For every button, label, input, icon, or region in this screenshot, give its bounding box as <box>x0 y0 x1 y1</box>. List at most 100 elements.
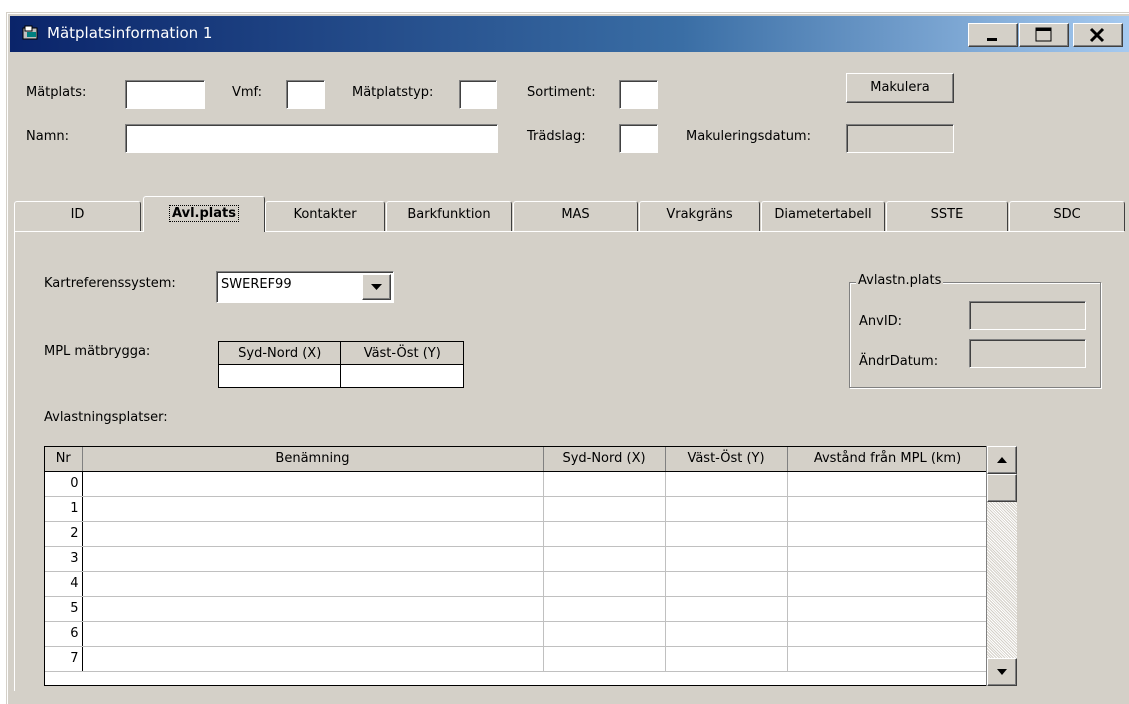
tab-avl-plats[interactable]: Avl.plats <box>143 196 265 232</box>
arrow-up-icon <box>997 457 1007 463</box>
cell-syd-nord[interactable] <box>543 521 666 547</box>
table-row[interactable]: 3 <box>45 546 989 572</box>
row-nr: 3 <box>45 546 83 572</box>
tab-kontakter[interactable]: Kontakter <box>265 201 385 231</box>
matplats-field[interactable] <box>125 80 205 109</box>
cell-avstand[interactable] <box>787 571 989 597</box>
cell-vast-ost[interactable] <box>665 621 788 647</box>
tab-vrakgrans-label: Vrakgräns <box>666 207 733 222</box>
cell-syd-nord[interactable] <box>543 646 666 672</box>
sortiment-label: Sortiment: <box>527 85 596 100</box>
cell-vast-ost[interactable] <box>665 571 788 597</box>
cell-avstand[interactable] <box>787 646 989 672</box>
table-row[interactable]: 0 <box>45 471 989 497</box>
tab-vrakgrans[interactable]: Vrakgräns <box>639 201 760 231</box>
grid-header-benamning[interactable]: Benämning <box>82 447 544 472</box>
table-row[interactable]: 4 <box>45 571 989 597</box>
cell-vast-ost[interactable] <box>665 596 788 622</box>
cell-syd-nord[interactable] <box>543 496 666 522</box>
cell-benamning[interactable] <box>82 621 544 647</box>
row-nr: 0 <box>45 471 83 497</box>
cell-avstand[interactable] <box>787 471 989 497</box>
minimize-button[interactable] <box>968 23 1018 47</box>
namn-field[interactable] <box>125 124 498 153</box>
grid-header-syd-nord[interactable]: Syd-Nord (X) <box>543 447 666 472</box>
cell-avstand[interactable] <box>787 521 989 547</box>
table-row[interactable]: 5 <box>45 596 989 622</box>
tab-sste-label: SSTE <box>930 207 964 222</box>
vmf-field[interactable] <box>286 80 325 109</box>
row-nr: 7 <box>45 646 83 672</box>
cell-benamning[interactable] <box>82 496 544 522</box>
cell-syd-nord[interactable] <box>543 546 666 572</box>
row-nr: 1 <box>45 496 83 522</box>
row-nr: 2 <box>45 521 83 547</box>
mpl-header-y: Väst-Öst (Y) <box>340 341 464 365</box>
cell-benamning[interactable] <box>82 596 544 622</box>
scroll-up-button[interactable] <box>987 446 1017 474</box>
app-icon <box>22 25 38 40</box>
cell-avstand[interactable] <box>787 621 989 647</box>
table-row[interactable]: 2 <box>45 521 989 547</box>
cell-syd-nord[interactable] <box>543 621 666 647</box>
matplatstyp-field[interactable] <box>459 80 497 109</box>
cell-benamning[interactable] <box>82 521 544 547</box>
cell-syd-nord[interactable] <box>543 571 666 597</box>
tab-diametertabell[interactable]: Diametertabell <box>761 201 885 231</box>
tab-sste[interactable]: SSTE <box>886 201 1008 231</box>
makuleringsdatum-field <box>846 124 954 153</box>
makulera-button[interactable]: Makulera <box>846 73 954 103</box>
grid-header-nr[interactable]: Nr <box>45 447 83 472</box>
title-bar[interactable]: Mätplatsinformation 1 <box>10 16 1129 52</box>
cell-vast-ost[interactable] <box>665 471 788 497</box>
mpl-cell-y[interactable] <box>340 364 464 388</box>
grid-scrollbar[interactable] <box>986 446 1017 686</box>
tab-sdc-label: SDC <box>1053 207 1081 222</box>
cell-vast-ost[interactable] <box>665 496 788 522</box>
avlastn-plats-group-title: Avlastn.plats <box>856 273 944 288</box>
cell-benamning[interactable] <box>82 546 544 572</box>
kartref-dropdown-button[interactable] <box>362 274 391 300</box>
cell-avstand[interactable] <box>787 596 989 622</box>
matplatstyp-label: Mätplatstyp: <box>352 85 434 100</box>
mpl-header-x: Syd-Nord (X) <box>217 341 342 365</box>
cell-benamning[interactable] <box>82 571 544 597</box>
grid-header-avstand[interactable]: Avstånd från MPL (km) <box>787 447 989 472</box>
avlastningsplatser-label: Avlastningsplatser: <box>44 410 168 425</box>
tab-avl-plats-label: Avl.plats <box>169 205 239 222</box>
cell-syd-nord[interactable] <box>543 596 666 622</box>
tab-mas[interactable]: MAS <box>513 201 638 231</box>
mpl-cell-x[interactable] <box>217 364 342 388</box>
cell-syd-nord[interactable] <box>543 471 666 497</box>
cell-avstand[interactable] <box>787 546 989 572</box>
tab-sdc[interactable]: SDC <box>1009 201 1125 231</box>
cell-vast-ost[interactable] <box>665 646 788 672</box>
sortiment-field[interactable] <box>619 80 658 109</box>
tradslag-field[interactable] <box>619 124 658 153</box>
maximize-button[interactable] <box>1019 23 1069 47</box>
cell-vast-ost[interactable] <box>665 546 788 572</box>
tab-id[interactable]: ID <box>14 201 141 231</box>
tab-barkfunktion-label: Barkfunktion <box>407 207 491 222</box>
table-row[interactable]: 1 <box>45 496 989 522</box>
close-button[interactable] <box>1073 23 1123 47</box>
scroll-thumb[interactable] <box>987 474 1017 502</box>
mpl-table: Syd-Nord (X) Väst-Öst (Y) <box>217 341 464 388</box>
makuleringsdatum-label: Makuleringsdatum: <box>686 129 811 144</box>
minimize-icon <box>987 38 997 41</box>
close-icon <box>1089 27 1105 43</box>
tab-kontakter-label: Kontakter <box>293 207 357 222</box>
maximize-icon <box>1035 27 1052 42</box>
scroll-down-button[interactable] <box>987 658 1017 686</box>
anvid-label: AnvID: <box>859 314 903 329</box>
cell-benamning[interactable] <box>82 471 544 497</box>
cell-avstand[interactable] <box>787 496 989 522</box>
tab-barkfunktion[interactable]: Barkfunktion <box>386 201 512 231</box>
table-row[interactable]: 6 <box>45 621 989 647</box>
avlastn-plats-group <box>849 282 1101 388</box>
cell-benamning[interactable] <box>82 646 544 672</box>
grid-header-vast-ost[interactable]: Väst-Öst (Y) <box>665 447 788 472</box>
avlastningsplatser-grid[interactable]: Nr Benämning Syd-Nord (X) Väst-Öst (Y) A… <box>44 446 1017 686</box>
cell-vast-ost[interactable] <box>665 521 788 547</box>
table-row[interactable]: 7 <box>45 646 989 672</box>
